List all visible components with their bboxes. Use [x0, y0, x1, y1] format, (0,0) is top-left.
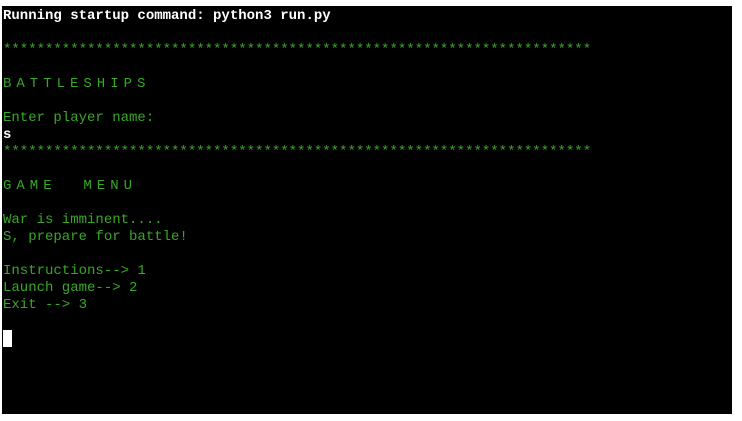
input-cursor[interactable]: [3, 330, 12, 347]
separator-line-top: ****************************************…: [3, 42, 592, 58]
war-message: War is imminent....: [3, 212, 163, 228]
menu-option-exit: Exit --> 3: [3, 297, 88, 313]
startup-command-line: Running startup command: python3 run.py: [3, 8, 331, 24]
menu-option-instructions: Instructions--> 1: [3, 263, 146, 279]
menu-title: GAME MENU: [3, 178, 138, 194]
prepare-message: S, prepare for battle!: [3, 229, 188, 245]
game-title: BATTLESHIPS: [3, 76, 151, 92]
separator-line-bottom: ****************************************…: [3, 144, 592, 160]
menu-option-launch: Launch game--> 2: [3, 280, 138, 296]
player-name-prompt: Enter player name:: [3, 110, 155, 126]
player-name-input: s: [3, 127, 12, 143]
terminal-window[interactable]: Running startup command: python3 run.py …: [2, 6, 732, 414]
